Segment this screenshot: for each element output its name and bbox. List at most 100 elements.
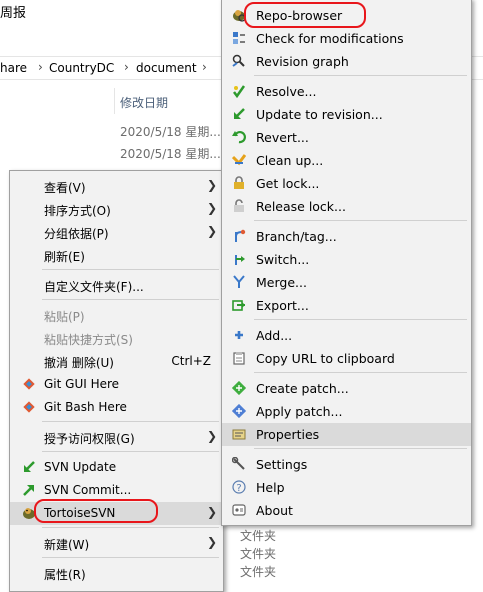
copy-url-clipboard-icon bbox=[232, 351, 246, 365]
menu-item-git-bash[interactable]: Git Bash Here bbox=[10, 396, 223, 419]
svn-update-arrow-icon bbox=[22, 460, 36, 474]
apply-patch-icon bbox=[231, 403, 247, 419]
breadcrumb-item[interactable]: hare bbox=[0, 61, 27, 75]
menu-item-group-by[interactable]: 分组依据(P) ❯ bbox=[10, 221, 223, 244]
menu-item-undo-delete[interactable]: 撤消 删除(U) Ctrl+Z bbox=[10, 350, 223, 373]
window-title: 周报 bbox=[0, 6, 27, 21]
menu-item-label: Branch/tag... bbox=[256, 229, 337, 244]
clean-up-broom-icon bbox=[231, 153, 247, 167]
menu-item-settings[interactable]: Settings bbox=[222, 453, 471, 476]
menu-item-apply-patch[interactable]: Apply patch... bbox=[222, 400, 471, 423]
menu-item-label: 刷新(E) bbox=[44, 250, 85, 264]
menu-item-label: 授予访问权限(G) bbox=[44, 432, 135, 446]
lock-icon bbox=[232, 176, 246, 190]
menu-item-update-to-revision[interactable]: Update to revision... bbox=[222, 103, 471, 126]
menu-item-label: 撤消 删除(U) bbox=[44, 356, 114, 370]
menu-item-refresh[interactable]: 刷新(E) bbox=[10, 244, 223, 267]
menu-item-revert[interactable]: Revert... bbox=[222, 126, 471, 149]
menu-item-check-modifications[interactable]: Check for modifications bbox=[222, 27, 471, 50]
menu-item-label: Help bbox=[256, 480, 285, 495]
menu-item-switch[interactable]: Switch... bbox=[222, 248, 471, 271]
menu-separator bbox=[42, 269, 219, 270]
menu-item-label: Update to revision... bbox=[256, 107, 383, 122]
breadcrumb-item[interactable]: document bbox=[136, 61, 197, 75]
menu-item-label: Git Bash Here bbox=[44, 400, 127, 414]
about-info-icon bbox=[232, 503, 246, 517]
menu-item-label: Add... bbox=[256, 328, 293, 343]
menu-item-label: SVN Update bbox=[44, 460, 117, 474]
file-type-cell: 文件夹 bbox=[240, 547, 277, 561]
menu-item-grant-access[interactable]: 授予访问权限(G) ❯ bbox=[10, 426, 223, 449]
menu-item-copy-url[interactable]: Copy URL to clipboard bbox=[222, 347, 471, 370]
menu-item-label: SVN Commit... bbox=[44, 483, 132, 497]
menu-item-label: Git GUI Here bbox=[44, 377, 120, 391]
properties-icon bbox=[232, 427, 246, 441]
menu-item-label: Settings bbox=[256, 457, 308, 472]
menu-separator bbox=[42, 451, 219, 452]
menu-item-label: Merge... bbox=[256, 275, 307, 290]
column-header-date-modified[interactable]: 修改日期 bbox=[120, 94, 168, 111]
switch-icon bbox=[232, 252, 246, 266]
menu-item-label: Properties bbox=[256, 427, 320, 442]
svg-text:?: ? bbox=[236, 483, 241, 494]
menu-item-branch-tag[interactable]: Branch/tag... bbox=[222, 225, 471, 248]
submenu-arrow-icon: ❯ bbox=[206, 505, 217, 519]
menu-separator bbox=[254, 319, 467, 320]
annotation-circle-repo-browser bbox=[244, 2, 366, 28]
menu-item-view[interactable]: 查看(V) ❯ bbox=[10, 175, 223, 198]
keyboard-shortcut: Ctrl+Z bbox=[171, 354, 211, 368]
menu-separator bbox=[254, 220, 467, 221]
submenu-arrow-icon: ❯ bbox=[206, 201, 217, 215]
menu-separator bbox=[42, 299, 219, 300]
update-to-revision-icon bbox=[232, 107, 246, 121]
menu-item-label: 新建(W) bbox=[44, 538, 90, 552]
menu-item-svn-update[interactable]: SVN Update bbox=[10, 456, 223, 479]
file-type-cell: 文件夹 bbox=[240, 565, 277, 579]
breadcrumb-item[interactable]: CountryDC bbox=[49, 61, 114, 75]
git-diamond-icon bbox=[22, 400, 36, 414]
menu-item-help[interactable]: ? Help bbox=[222, 476, 471, 499]
breadcrumb-chevron-icon[interactable]: › bbox=[124, 60, 129, 74]
menu-item-create-patch[interactable]: Create patch... bbox=[222, 377, 471, 400]
add-plus-icon bbox=[232, 328, 246, 342]
menu-item-properties[interactable]: Properties bbox=[222, 423, 471, 446]
column-divider[interactable] bbox=[114, 88, 115, 114]
menu-item-about[interactable]: About bbox=[222, 499, 471, 522]
menu-item-merge[interactable]: Merge... bbox=[222, 271, 471, 294]
svn-commit-arrow-icon bbox=[22, 483, 36, 497]
unlock-icon bbox=[232, 199, 246, 213]
menu-separator bbox=[42, 557, 219, 558]
menu-item-label: Resolve... bbox=[256, 84, 317, 99]
date-modified-cell: 2020/5/18 星期... bbox=[120, 147, 221, 161]
menu-item-release-lock[interactable]: Release lock... bbox=[222, 195, 471, 218]
revert-icon bbox=[232, 130, 246, 144]
menu-item-properties[interactable]: 属性(R) bbox=[10, 562, 223, 585]
submenu-arrow-icon: ❯ bbox=[206, 178, 217, 192]
menu-item-paste-shortcut: 粘贴快捷方式(S) bbox=[10, 327, 223, 350]
menu-item-revision-graph[interactable]: Revision graph bbox=[222, 50, 471, 73]
menu-item-label: Switch... bbox=[256, 252, 310, 267]
menu-item-customize-folder[interactable]: 自定义文件夹(F)... bbox=[10, 274, 223, 297]
menu-item-label: Get lock... bbox=[256, 176, 320, 191]
menu-item-label: 自定义文件夹(F)... bbox=[44, 280, 144, 294]
breadcrumb-chevron-icon[interactable]: › bbox=[38, 60, 43, 74]
menu-item-label: Export... bbox=[256, 298, 309, 313]
menu-item-resolve[interactable]: Resolve... bbox=[222, 80, 471, 103]
help-question-icon: ? bbox=[232, 480, 246, 494]
submenu-arrow-icon: ❯ bbox=[206, 429, 217, 443]
menu-item-git-gui[interactable]: Git GUI Here bbox=[10, 373, 223, 396]
menu-item-label: 粘贴(P) bbox=[44, 310, 85, 324]
menu-item-add[interactable]: Add... bbox=[222, 324, 471, 347]
menu-item-label: 排序方式(O) bbox=[44, 204, 111, 218]
menu-item-export[interactable]: Export... bbox=[222, 294, 471, 317]
check-modifications-icon bbox=[232, 31, 246, 45]
breadcrumb-chevron-icon[interactable]: › bbox=[202, 60, 207, 74]
submenu-arrow-icon: ❯ bbox=[206, 224, 217, 238]
menu-separator bbox=[42, 527, 219, 528]
menu-item-clean-up[interactable]: Clean up... bbox=[222, 149, 471, 172]
menu-item-label: About bbox=[256, 503, 293, 518]
menu-item-sort-by[interactable]: 排序方式(O) ❯ bbox=[10, 198, 223, 221]
menu-item-new[interactable]: 新建(W) ❯ bbox=[10, 532, 223, 555]
menu-separator bbox=[254, 448, 467, 449]
menu-item-get-lock[interactable]: Get lock... bbox=[222, 172, 471, 195]
